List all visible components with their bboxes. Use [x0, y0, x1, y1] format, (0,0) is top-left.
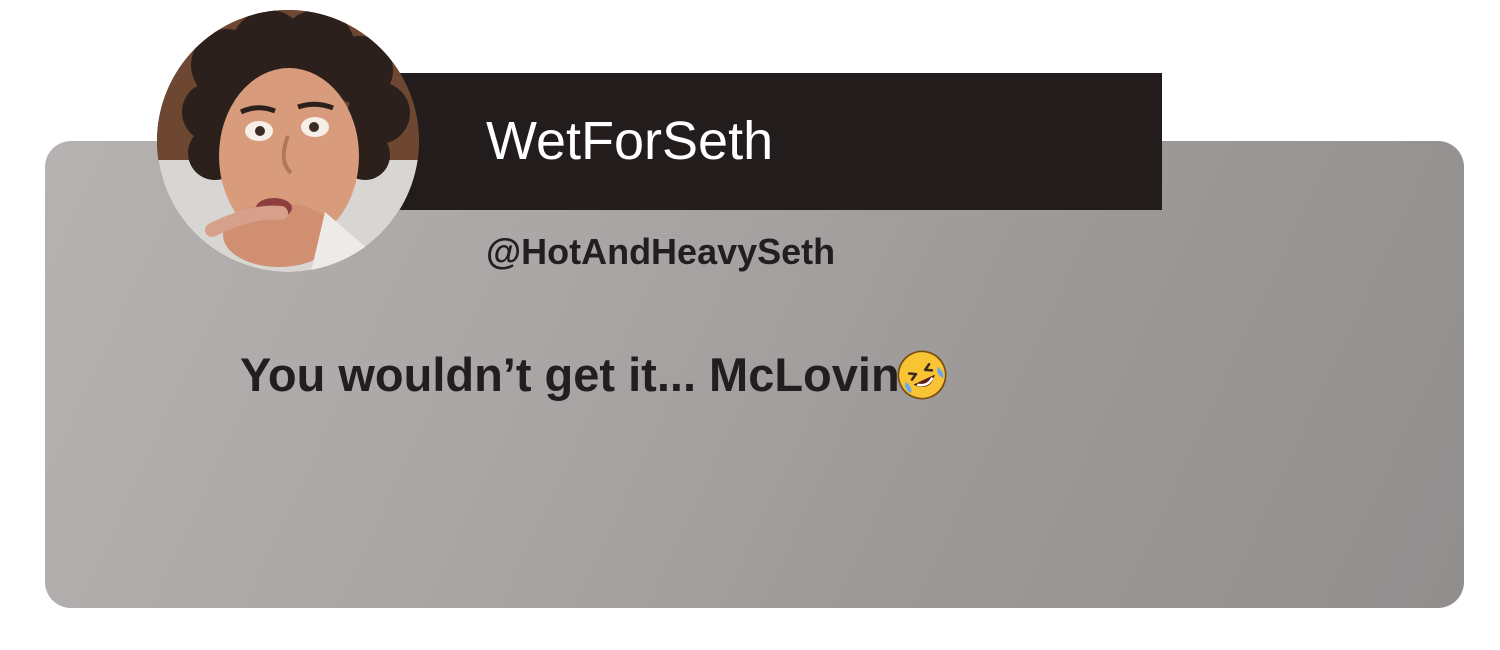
user-handle: @HotAndHeavySeth — [486, 231, 836, 272]
rolling-on-floor-laughing-emoji-icon — [895, 348, 949, 402]
curly-haired-man-avatar-icon — [157, 10, 419, 272]
post-text: You wouldn’t get it... McLovin — [240, 348, 900, 401]
display-name: WetForSeth — [486, 111, 774, 171]
avatar — [157, 10, 419, 272]
